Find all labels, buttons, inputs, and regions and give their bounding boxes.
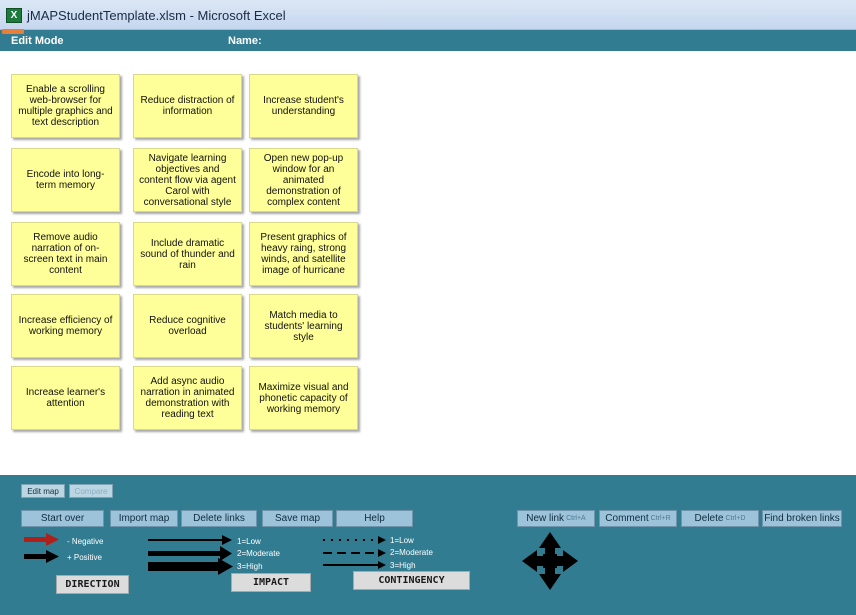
sticky-note[interactable]: Encode into long-term memory [11,148,120,212]
contingency-arrows [323,536,386,569]
sticky-note[interactable]: Match media to students' learning style [249,294,358,358]
contingency-low-label: 1=Low [390,536,414,545]
impact-low-label: 1=Low [237,537,261,546]
new-link-button[interactable]: New link Ctrl+A [517,510,595,527]
sticky-note[interactable]: Add async audio narration in animated de… [133,366,242,430]
drag-handle[interactable] [2,29,24,34]
save-map-button[interactable]: Save map [262,510,333,527]
find-broken-links-button[interactable]: Find broken links [762,510,842,527]
impact-high-arrow-icon [148,558,233,575]
sticky-note[interactable]: Maximize visual and phonetic capacity of… [249,366,358,430]
positive-label: + Positive [67,553,102,562]
help-button[interactable]: Help [336,510,413,527]
impact-moderate-label: 2=Moderate [237,549,280,558]
impact-arrows [148,535,233,575]
delete-label: Delete [694,513,724,524]
compare-button: Compare [69,484,113,498]
contingency-high-label: 3=High [390,561,416,570]
new-link-shortcut: Ctrl+A [566,515,586,522]
sticky-note[interactable]: Reduce cognitive overload [133,294,242,358]
sticky-note[interactable]: Include dramatic sound of thunder and ra… [133,222,242,286]
impact-high-label: 3=High [237,562,263,571]
sticky-note[interactable]: Present graphics of heavy raing, strong … [249,222,358,286]
negative-label: - Negative [67,537,104,546]
direction-label: DIRECTION [56,575,129,594]
contingency-moderate-arrow-icon [323,549,386,557]
window-title: jMAPStudentTemplate.xlsm - Microsoft Exc… [27,8,286,23]
edit-map-button[interactable]: Edit map [21,484,65,498]
new-link-label: New link [526,513,565,524]
name-label: Name: [228,35,262,47]
contingency-low-arrow-icon [323,536,386,544]
impact-moderate-arrow-icon [148,546,232,561]
impact-low-arrow-icon [148,535,232,545]
delete-shortcut: Ctrl+D [725,515,746,522]
contingency-moderate-label: 2=Moderate [390,548,433,557]
edit-mode-label: Edit Mode [11,35,64,47]
delete-button[interactable]: Delete Ctrl+D [681,510,759,527]
header-strip: Edit Mode Name: [0,29,856,51]
start-over-button[interactable]: Start over [21,510,104,527]
sticky-note[interactable]: Increase student's understanding [249,74,358,138]
delete-links-button[interactable]: Delete links [181,510,257,527]
sticky-note[interactable]: Enable a scrolling web-browser for multi… [11,74,120,138]
import-map-button[interactable]: Import map [110,510,178,527]
comment-shortcut: Ctrl+R [650,515,671,522]
sticky-note[interactable]: Increase efficiency of working memory [11,294,120,358]
contingency-label: CONTINGENCY [353,571,470,590]
four-way-move-icon[interactable] [522,532,578,590]
excel-icon[interactable]: X [6,8,22,23]
contingency-high-arrow-icon [323,561,386,569]
sticky-note[interactable]: Navigate learning objectives and content… [133,148,242,212]
title-bar: X jMAPStudentTemplate.xlsm - Microsoft E… [0,0,856,30]
comment-button[interactable]: Comment Ctrl+R [599,510,677,527]
sticky-note[interactable]: Open new pop-up window for an animated d… [249,148,358,212]
toolbar-panel: Edit map Compare Start over Import map D… [0,475,856,615]
sticky-note[interactable]: Increase learner's attention [11,366,120,430]
negative-arrow-icon [24,533,59,546]
sticky-note[interactable]: Reduce distraction of information [133,74,242,138]
excel-window: X jMAPStudentTemplate.xlsm - Microsoft E… [0,0,856,615]
direction-arrows [24,533,59,563]
positive-arrow-icon [24,550,59,563]
comment-label: Comment [605,513,649,524]
impact-label: IMPACT [231,573,311,592]
sticky-note[interactable]: Remove audio narration of on-screen text… [11,222,120,286]
